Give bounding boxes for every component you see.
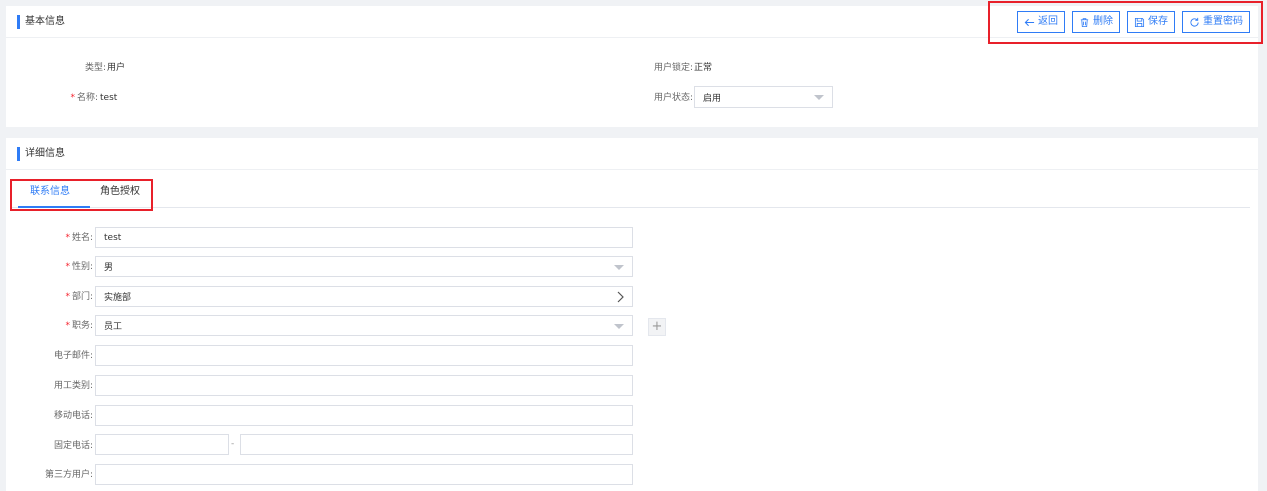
status-select-value: 启用 bbox=[703, 93, 722, 104]
status-label: 用户状态: bbox=[653, 93, 693, 103]
basic-info-panel: 基本信息 返回 删除 保存 重置密码 类型: 用户 * 名称: test 用户锁定… bbox=[6, 6, 1258, 127]
add-position-button[interactable]: + bbox=[648, 318, 666, 336]
toolbar: 返回 删除 保存 重置密码 bbox=[1017, 11, 1250, 33]
email-label: 电子邮件: bbox=[53, 351, 93, 361]
required-mark: * bbox=[65, 262, 70, 272]
tab-contact-info[interactable]: 联系信息 bbox=[30, 184, 70, 200]
detail-tabs: 联系信息 角色授权 bbox=[12, 178, 1250, 208]
delete-button[interactable]: 删除 bbox=[1072, 11, 1120, 33]
fullname-label: * 姓名: bbox=[36, 231, 93, 245]
section-bar bbox=[17, 15, 20, 29]
mobile-label: 移动电话: bbox=[53, 411, 93, 421]
fullname-label-text: 姓名: bbox=[71, 233, 93, 243]
required-mark: * bbox=[65, 233, 70, 243]
dept-label: * 部门: bbox=[36, 290, 93, 304]
phone-separator: - bbox=[231, 439, 235, 449]
phone-area-input[interactable] bbox=[95, 434, 229, 455]
fullname-input[interactable] bbox=[95, 227, 633, 248]
basic-info-header: 基本信息 返回 删除 保存 重置密码 bbox=[6, 6, 1258, 38]
name-label-text: 名称: bbox=[76, 93, 98, 103]
third-party-input[interactable] bbox=[95, 464, 633, 485]
position-label: * 职务: bbox=[36, 319, 93, 333]
reset-password-button[interactable]: 重置密码 bbox=[1182, 11, 1250, 33]
section-bar bbox=[17, 147, 20, 161]
detail-info-panel: 详细信息 联系信息 角色授权 *姓名: *性别: 男 *部门: 实施部 *职务:… bbox=[6, 138, 1258, 491]
gender-select-value: 男 bbox=[104, 263, 114, 273]
gender-label-text: 性别: bbox=[71, 262, 93, 272]
position-label-text: 职务: bbox=[71, 321, 93, 331]
required-mark: * bbox=[70, 93, 75, 103]
name-value: test bbox=[100, 93, 118, 103]
third-party-label: 第三方用户: bbox=[44, 470, 93, 480]
position-select[interactable]: 员工 bbox=[95, 315, 633, 336]
gender-select[interactable]: 男 bbox=[95, 256, 633, 277]
worktype-input[interactable] bbox=[95, 375, 633, 396]
email-input[interactable] bbox=[95, 345, 633, 366]
dept-label-text: 部门: bbox=[71, 292, 93, 302]
caret-down-icon bbox=[614, 264, 624, 270]
phone-number-input[interactable] bbox=[240, 434, 633, 455]
save-icon bbox=[1134, 17, 1145, 27]
back-button-label: 返回 bbox=[1038, 16, 1058, 27]
save-button-label: 保存 bbox=[1148, 16, 1168, 27]
caret-down-icon bbox=[614, 323, 624, 329]
basic-info-title: 基本信息 bbox=[25, 16, 65, 27]
dept-picker[interactable]: 实施部 bbox=[95, 286, 633, 307]
detail-info-header: 详细信息 bbox=[6, 138, 1258, 170]
mobile-input[interactable] bbox=[95, 405, 633, 426]
lock-label: 用户锁定: bbox=[653, 63, 693, 73]
name-label: * 名称: bbox=[40, 91, 98, 105]
worktype-label: 用工类别: bbox=[53, 381, 93, 391]
arrow-left-icon bbox=[1024, 18, 1035, 26]
lock-value: 正常 bbox=[694, 63, 713, 73]
reset-password-label: 重置密码 bbox=[1203, 16, 1243, 27]
gender-label: * 性别: bbox=[36, 260, 93, 274]
status-select[interactable]: 启用 bbox=[694, 86, 833, 108]
chevron-right-icon bbox=[617, 291, 624, 302]
active-tab-indicator bbox=[18, 206, 90, 208]
save-button[interactable]: 保存 bbox=[1127, 11, 1175, 33]
caret-down-icon bbox=[814, 95, 824, 100]
delete-button-label: 删除 bbox=[1093, 16, 1113, 27]
phone-label: 固定电话: bbox=[53, 441, 93, 451]
tab-role-authorization[interactable]: 角色授权 bbox=[100, 184, 140, 200]
refresh-icon bbox=[1190, 17, 1199, 27]
type-value: 用户 bbox=[107, 63, 126, 73]
dept-picker-value: 实施部 bbox=[104, 293, 132, 303]
type-label: 类型: bbox=[84, 63, 106, 73]
position-select-value: 员工 bbox=[104, 322, 123, 332]
required-mark: * bbox=[65, 292, 70, 302]
trash-icon bbox=[1080, 17, 1089, 27]
required-mark: * bbox=[65, 321, 70, 331]
detail-info-title: 详细信息 bbox=[25, 148, 65, 159]
back-button[interactable]: 返回 bbox=[1017, 11, 1065, 33]
